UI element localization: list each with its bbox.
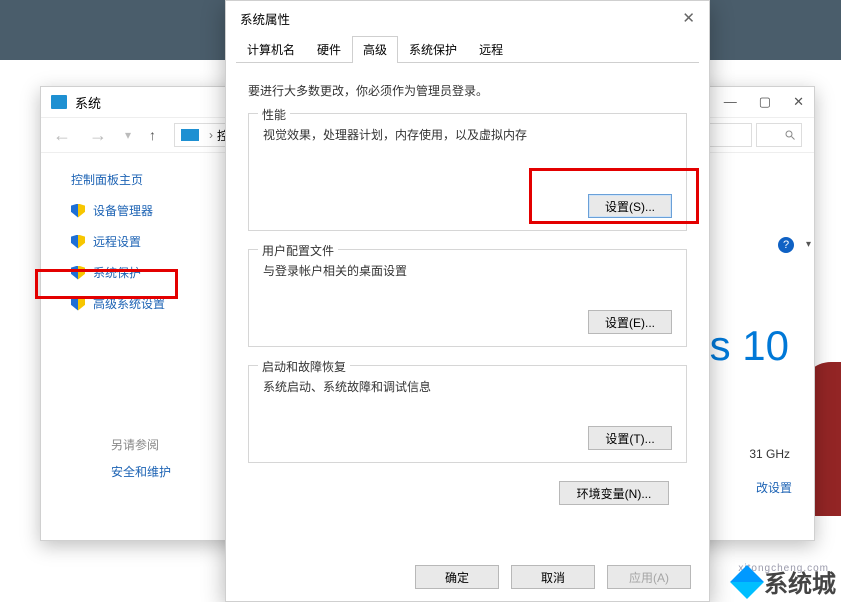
dialog-title: 系统属性 bbox=[240, 9, 290, 28]
forward-button[interactable]: → bbox=[89, 125, 107, 146]
breadcrumb-separator: › bbox=[209, 128, 213, 142]
group-title: 性能 bbox=[258, 106, 290, 123]
shield-icon bbox=[71, 235, 85, 249]
see-also-header: 另请参阅 bbox=[111, 436, 171, 453]
group-performance: 性能 视觉效果，处理器计划，内存使用，以及虚拟内存 设置(S)... bbox=[248, 113, 687, 231]
search-box[interactable] bbox=[756, 123, 802, 147]
sidebar-item-remote-settings[interactable]: 远程设置 bbox=[71, 233, 221, 250]
dialog-close-button[interactable]: ✕ bbox=[682, 9, 695, 27]
system-icon bbox=[51, 95, 67, 109]
startup-recovery-settings-button[interactable]: 设置(T)... bbox=[588, 426, 672, 450]
ok-button[interactable]: 确定 bbox=[415, 565, 499, 589]
sidebar-item-label: 远程设置 bbox=[93, 233, 141, 250]
help-icon-glyph: ? bbox=[783, 239, 789, 251]
admin-note: 要进行大多数更改，你必须作为管理员登录。 bbox=[248, 82, 687, 99]
environment-variables-button[interactable]: 环境变量(N)... bbox=[559, 481, 669, 505]
watermark-logo-icon bbox=[730, 565, 764, 599]
up-button[interactable]: ↑ bbox=[149, 127, 156, 143]
see-also-item[interactable]: 安全和维护 bbox=[111, 463, 171, 480]
back-button[interactable]: ← bbox=[53, 125, 71, 146]
recent-locations-button[interactable]: ▾ bbox=[125, 128, 131, 142]
watermark-text: 系统城 bbox=[764, 564, 836, 599]
group-description: 视觉效果，处理器计划，内存使用，以及虚拟内存 bbox=[263, 126, 672, 143]
group-title: 启动和故障恢复 bbox=[258, 358, 350, 375]
group-description: 与登录帐户相关的桌面设置 bbox=[263, 262, 672, 279]
tab-advanced[interactable]: 高级 bbox=[352, 36, 398, 63]
group-title: 用户配置文件 bbox=[258, 242, 338, 259]
watermark: 系统城 bbox=[735, 564, 836, 599]
help-chevron-icon[interactable]: ▾ bbox=[806, 239, 811, 250]
annotation-highlight-sidebar bbox=[35, 269, 178, 299]
user-profiles-settings-button[interactable]: 设置(E)... bbox=[588, 310, 672, 334]
minimize-button[interactable]: — bbox=[724, 94, 737, 110]
see-also-section: 另请参阅 安全和维护 bbox=[111, 436, 171, 480]
breadcrumb-icon bbox=[181, 129, 199, 141]
system-properties-dialog: 系统属性 ✕ 计算机名 硬件 高级 系统保护 远程 要进行大多数更改，你必须作为… bbox=[225, 0, 710, 602]
group-startup-recovery: 启动和故障恢复 系统启动、系统故障和调试信息 设置(T)... bbox=[248, 365, 687, 463]
shield-icon bbox=[71, 204, 85, 218]
tab-remote[interactable]: 远程 bbox=[468, 36, 514, 63]
maximize-button[interactable]: ▢ bbox=[759, 94, 771, 110]
tab-computer-name[interactable]: 计算机名 bbox=[236, 36, 306, 63]
group-description: 系统启动、系统故障和调试信息 bbox=[263, 378, 672, 395]
close-button[interactable]: ✕ bbox=[793, 94, 804, 110]
apply-button[interactable]: 应用(A) bbox=[607, 565, 691, 589]
sidebar-header[interactable]: 控制面板主页 bbox=[71, 171, 221, 188]
system-window-title: 系统 bbox=[75, 93, 101, 112]
tab-hardware[interactable]: 硬件 bbox=[306, 36, 352, 63]
dialog-button-row: 确定 取消 应用(A) bbox=[226, 553, 709, 601]
sidebar-item-label: 设备管理器 bbox=[93, 202, 153, 219]
tab-system-protection[interactable]: 系统保护 bbox=[398, 36, 468, 63]
windows-brand-fragment: /s 10 bbox=[698, 322, 789, 370]
sidebar-item-device-manager[interactable]: 设备管理器 bbox=[71, 202, 221, 219]
tab-strip: 计算机名 硬件 高级 系统保护 远程 bbox=[226, 35, 709, 62]
spec-fragment: 31 GHz bbox=[749, 447, 790, 461]
cancel-button[interactable]: 取消 bbox=[511, 565, 595, 589]
group-user-profiles: 用户配置文件 与登录帐户相关的桌面设置 设置(E)... bbox=[248, 249, 687, 347]
help-icon[interactable]: ? bbox=[778, 237, 794, 253]
search-icon bbox=[784, 129, 796, 141]
sidebar: 控制面板主页 设备管理器 远程设置 系统保护 高级系统设置 bbox=[41, 153, 221, 540]
performance-settings-button[interactable]: 设置(S)... bbox=[588, 194, 672, 218]
